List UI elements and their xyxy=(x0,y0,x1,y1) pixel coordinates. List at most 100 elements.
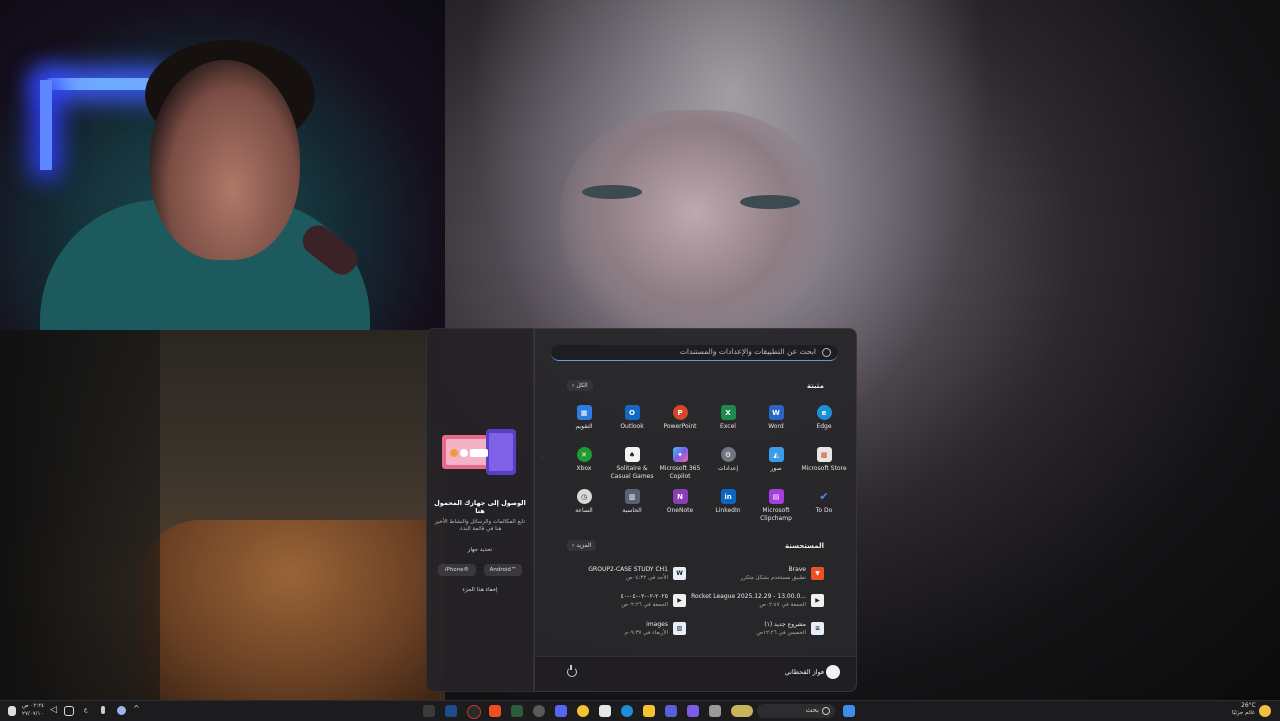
solitaire-icon: ♠ xyxy=(624,447,640,462)
clock-date[interactable]: ٢٧/٠٧/١٠ xyxy=(22,711,43,717)
start-search-box[interactable]: ابحث عن التطبيقات والإعدادات والمستندات xyxy=(551,345,838,361)
pinned-app-calculator[interactable]: ▥ الحاسبة xyxy=(608,485,656,527)
pinned-app-word[interactable]: W Word xyxy=(752,401,800,443)
iphone-button[interactable]: iPhone® xyxy=(438,564,476,576)
xbox-icon: ✕ xyxy=(576,447,592,462)
pinned-app-calendar[interactable]: ▦ التقويم xyxy=(560,401,608,443)
word-doc-icon: W xyxy=(673,566,686,580)
recommended-item[interactable]: ▶ ٢٠٢٥-٠٢-٠٢-٠٤-٤٠ الجمعة في ٠٢:٢٦ص xyxy=(541,588,686,612)
microphone-icon[interactable] xyxy=(101,706,105,714)
settings-icon: ⚙ xyxy=(720,447,736,462)
pinned-app-store[interactable]: ▩ Microsoft Store xyxy=(800,443,848,485)
start-main-panel: ابحث عن التطبيقات والإعدادات والمستندات … xyxy=(534,328,857,692)
user-avatar[interactable] xyxy=(826,665,840,679)
android-button[interactable]: Android™ xyxy=(484,564,522,576)
pinned-app-outlook[interactable]: O Outlook xyxy=(608,401,656,443)
onedrive-icon[interactable] xyxy=(117,706,126,715)
copilot-icon: ✦ xyxy=(672,447,688,462)
recommended-item[interactable]: ▶ Rocket League 2025.12.29 - 13.00.0... ا… xyxy=(679,588,824,612)
pinned-app-edge[interactable]: e Edge xyxy=(800,401,848,443)
pinned-app-settings[interactable]: ⚙ إعدادات xyxy=(704,443,752,485)
clock-time[interactable]: ٠٢:٢٤ ص xyxy=(22,703,44,709)
linkedin-icon: in xyxy=(720,489,736,504)
search-placeholder: ابحث عن التطبيقات والإعدادات والمستندات xyxy=(679,347,816,356)
task-view-icon[interactable] xyxy=(709,705,721,717)
pinned-app-clock[interactable]: ◷ الساعة xyxy=(560,485,608,527)
word-icon: W xyxy=(768,405,784,420)
start-menu: الوصول إلى جهازك المحمول هنا تابع المكال… xyxy=(426,328,857,692)
document-icon: ≡ xyxy=(811,621,824,635)
game-scene-left xyxy=(0,330,445,700)
recommended-item[interactable]: ▼ Brave تطبيق مستخدم بشكل متكرر xyxy=(679,561,824,585)
recommended-item[interactable]: ≡ مشروع جديد (١) الخميس في ١٢:٢٦ص xyxy=(679,616,824,640)
pinned-app-excel[interactable]: X Excel xyxy=(704,401,752,443)
start-button-icon[interactable] xyxy=(843,705,855,717)
app-icon-2[interactable] xyxy=(467,705,481,719)
pinned-app-copilot[interactable]: ✦ Microsoft 365 Copilot xyxy=(656,443,704,485)
chevron-up-icon[interactable]: ^ xyxy=(133,704,145,716)
calendar-icon: ▦ xyxy=(576,405,592,420)
outlook-icon: O xyxy=(624,405,640,420)
app-icon-1[interactable] xyxy=(423,705,435,717)
phone-link-illustration xyxy=(442,429,516,475)
app-icon-3[interactable] xyxy=(533,705,545,717)
pinned-app-clipchamp[interactable]: ▤ Microsoft Clipchamp xyxy=(752,485,800,527)
webcam-overlay xyxy=(0,0,445,330)
recommended-item[interactable]: ▧ images الأربعاء في ٠٩:٣٧م xyxy=(541,616,686,640)
steam-icon[interactable] xyxy=(445,705,457,717)
volume-icon[interactable]: ◁ xyxy=(50,705,62,717)
pinned-app-onenote[interactable]: N OneNote xyxy=(656,485,704,527)
store-icon: ▩ xyxy=(816,447,832,462)
file-explorer-icon[interactable] xyxy=(643,705,655,717)
character-face xyxy=(560,110,830,340)
pinned-app-xbox[interactable]: ✕ Xbox xyxy=(560,443,608,485)
onenote-icon: N xyxy=(672,489,688,504)
phone-panel-description: تابع المكالمات والرسائل والنشاط الأخير ه… xyxy=(434,519,526,532)
search-icon xyxy=(822,348,831,357)
pinned-app-linkedin[interactable]: in LinkedIn xyxy=(704,485,752,527)
image-file-icon: ▧ xyxy=(673,621,686,635)
taskbar: ٠٢:٢٤ ص ٢٧/٠٧/١٠ ◁ ع ^ بحث 26°C غائم جزئ… xyxy=(0,700,1280,721)
excel-icon: X xyxy=(720,405,736,420)
pinned-apps-grid: e Edge W Word X Excel P PowerPoint O Outlook … xyxy=(548,401,848,527)
select-device-link[interactable]: تحديد جهاز xyxy=(427,547,533,553)
weather-icon[interactable] xyxy=(1259,705,1271,717)
all-apps-button[interactable]: الكل ‹ xyxy=(567,380,593,391)
clock-icon: ◷ xyxy=(576,489,592,504)
search-highlight-icon[interactable] xyxy=(731,705,753,717)
pinned-app-powerpoint[interactable]: P PowerPoint xyxy=(656,401,704,443)
phone-panel-title: الوصول إلى جهازك المحمول هنا xyxy=(434,499,526,515)
discord-icon[interactable] xyxy=(555,705,567,717)
search-icon xyxy=(822,707,830,715)
chrome-icon[interactable] xyxy=(577,705,589,717)
brave-icon: ▼ xyxy=(811,566,824,580)
video-file-icon: ▶ xyxy=(673,593,686,607)
language-indicator[interactable]: ع xyxy=(84,706,88,713)
brave-taskbar-icon[interactable] xyxy=(489,705,501,717)
network-icon[interactable] xyxy=(64,706,74,716)
calculator-icon: ▥ xyxy=(624,489,640,504)
pinned-app-solitaire[interactable]: ♠ Solitaire & Casual Games xyxy=(608,443,656,485)
power-icon[interactable] xyxy=(567,665,577,677)
notification-icon[interactable] xyxy=(8,706,16,716)
pinned-title: مثبتة xyxy=(806,382,824,390)
edge-taskbar-icon[interactable] xyxy=(621,705,633,717)
start-footer: فواز القحطاني xyxy=(535,656,856,691)
edge-icon: e xyxy=(816,405,832,420)
phone-link-panel: الوصول إلى جهازك المحمول هنا تابع المكال… xyxy=(426,328,534,692)
recommended-item[interactable]: W GROUP2-CASE STUDY CH1 الأحد في ٠٤:٣٢ص xyxy=(541,561,686,585)
xbox-taskbar-icon[interactable] xyxy=(511,705,523,717)
pinned-app-todo[interactable]: ✔ To Do xyxy=(800,485,848,527)
weather-temp[interactable]: 26°C xyxy=(1241,702,1256,709)
user-name[interactable]: فواز القحطاني xyxy=(785,668,824,676)
weather-desc[interactable]: غائم جزئيًا xyxy=(1232,710,1255,716)
character-eye xyxy=(740,195,800,209)
pinned-app-photos[interactable]: ◭ صور xyxy=(752,443,800,485)
character-eye xyxy=(582,185,642,199)
taskbar-search[interactable]: بحث xyxy=(757,704,835,718)
more-button[interactable]: المزيد ‹ xyxy=(567,540,597,551)
teams-icon[interactable] xyxy=(665,705,677,717)
hide-panel-link[interactable]: إخفاء هذا الجزء xyxy=(427,587,533,593)
copilot-taskbar-icon[interactable] xyxy=(687,705,699,717)
store-taskbar-icon[interactable] xyxy=(599,705,611,717)
